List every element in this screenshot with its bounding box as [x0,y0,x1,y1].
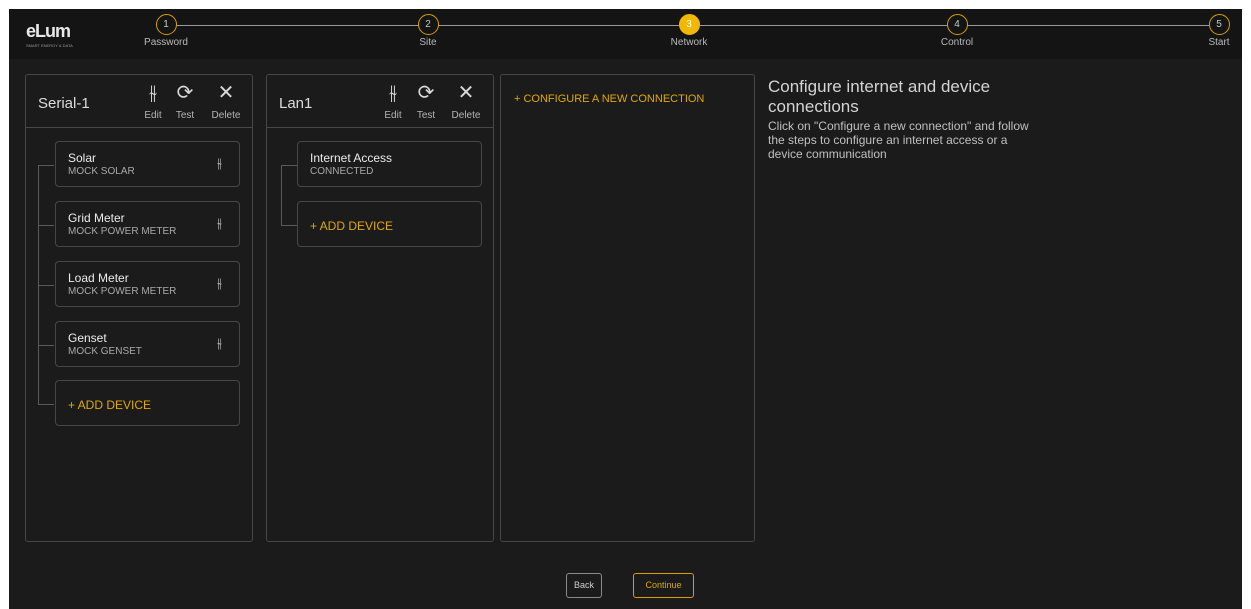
step-start[interactable]: 5 Start [1189,14,1242,48]
delete-label: Delete [451,110,481,121]
new-connection-panel: + CONFIGURE A NEW CONNECTION [500,74,755,542]
help-body: Click on "Configure a new connection" an… [768,119,1029,161]
device-status: MOCK GENSET [68,346,142,357]
tree-branch [38,225,54,226]
device-status: MOCK POWER METER [68,226,177,237]
add-device-label: + ADD DEVICE [310,219,394,233]
tree-branch [281,165,297,166]
lan-connection-panel: Lan1 ⫳ Edit ⟳ Test ✕ Delete Internet Acc… [266,74,494,542]
tree-branch [281,225,297,226]
sliders-icon[interactable]: ⫳ [217,215,222,231]
edit-label: Edit [384,110,402,121]
logo: eLum SMART ENERGY & DATA [26,21,73,48]
device-card[interactable]: Grid Meter MOCK POWER METER ⫳ [55,201,240,247]
edit-button[interactable]: ⫳ Edit [378,81,408,123]
refresh-icon: ⟳ [176,82,194,104]
add-device-label: + ADD DEVICE [68,398,152,412]
connection-title: Lan1 [279,95,313,112]
stepper-header: eLum SMART ENERGY & DATA 1 Password 2 Si… [9,9,1242,59]
edit-button[interactable]: ⫳ Edit [138,81,168,123]
device-card[interactable]: Internet Access CONNECTED [297,141,482,187]
device-status: MOCK SOLAR [68,166,135,177]
step-number: 2 [417,14,439,35]
step-label: Password [144,37,188,48]
step-number: 3 [678,14,700,35]
logo-tagline: SMART ENERGY & DATA [26,43,73,48]
step-control[interactable]: 4 Control [927,14,987,48]
sliders-icon[interactable]: ⫳ [217,155,222,171]
close-icon: ✕ [217,82,235,104]
device-card[interactable]: Solar MOCK SOLAR ⫳ [55,141,240,187]
tree-branch [38,285,54,286]
device-name: Genset [68,331,107,345]
tree-branch [38,404,54,405]
sliders-icon: ⫳ [148,82,158,104]
step-number: 4 [946,14,968,35]
step-network[interactable]: 3 Network [659,14,719,48]
device-name: Grid Meter [68,211,125,225]
help-title: Configure internet and device connection… [768,77,991,116]
device-card[interactable]: Load Meter MOCK POWER METER ⫳ [55,261,240,307]
step-number: 5 [1208,14,1230,35]
refresh-icon: ⟳ [417,82,435,104]
tree-branch [38,165,54,166]
delete-button[interactable]: ✕ Delete [448,81,484,123]
delete-label: Delete [211,110,241,121]
test-button[interactable]: ⟳ Test [170,81,200,123]
sliders-icon[interactable]: ⫳ [217,275,222,291]
serial-connection-panel: Serial-1 ⫳ Edit ⟳ Test ✕ Delete Solar MO… [25,74,253,542]
back-button[interactable]: Back [566,573,602,598]
panel-header: Serial-1 ⫳ Edit ⟳ Test ✕ Delete [26,75,252,128]
configure-new-connection-link[interactable]: + CONFIGURE A NEW CONNECTION [514,93,704,105]
tree-branch [38,345,54,346]
delete-button[interactable]: ✕ Delete [208,81,244,123]
step-label: Site [419,37,437,48]
continue-button[interactable]: Continue [633,573,694,598]
help-section: Configure internet and device connection… [768,77,1038,161]
device-name: Load Meter [68,271,129,285]
step-label: Start [1208,37,1230,48]
step-site[interactable]: 2 Site [398,14,458,48]
sliders-icon[interactable]: ⫳ [217,335,222,351]
tree-connector [281,165,282,225]
step-number: 1 [155,14,177,35]
add-device-button[interactable]: + ADD DEVICE [55,380,240,426]
device-status: MOCK POWER METER [68,286,177,297]
edit-label: Edit [144,110,162,121]
device-status: CONNECTED [310,166,374,177]
test-label: Test [416,110,436,121]
test-label: Test [175,110,195,121]
step-password[interactable]: 1 Password [136,14,196,48]
test-button[interactable]: ⟳ Test [411,81,441,123]
logo-text: eLum [26,21,71,41]
panel-header: Lan1 ⫳ Edit ⟳ Test ✕ Delete [267,75,493,128]
step-label: Network [670,37,708,48]
app-window: eLum SMART ENERGY & DATA 1 Password 2 Si… [9,9,1242,609]
device-name: Internet Access [310,151,393,165]
sliders-icon: ⫳ [388,82,398,104]
add-device-button[interactable]: + ADD DEVICE [297,201,482,247]
device-name: Solar [68,151,97,165]
connection-title: Serial-1 [38,95,90,112]
close-icon: ✕ [457,82,475,104]
device-card[interactable]: Genset MOCK GENSET ⫳ [55,321,240,367]
step-label: Control [940,37,974,48]
